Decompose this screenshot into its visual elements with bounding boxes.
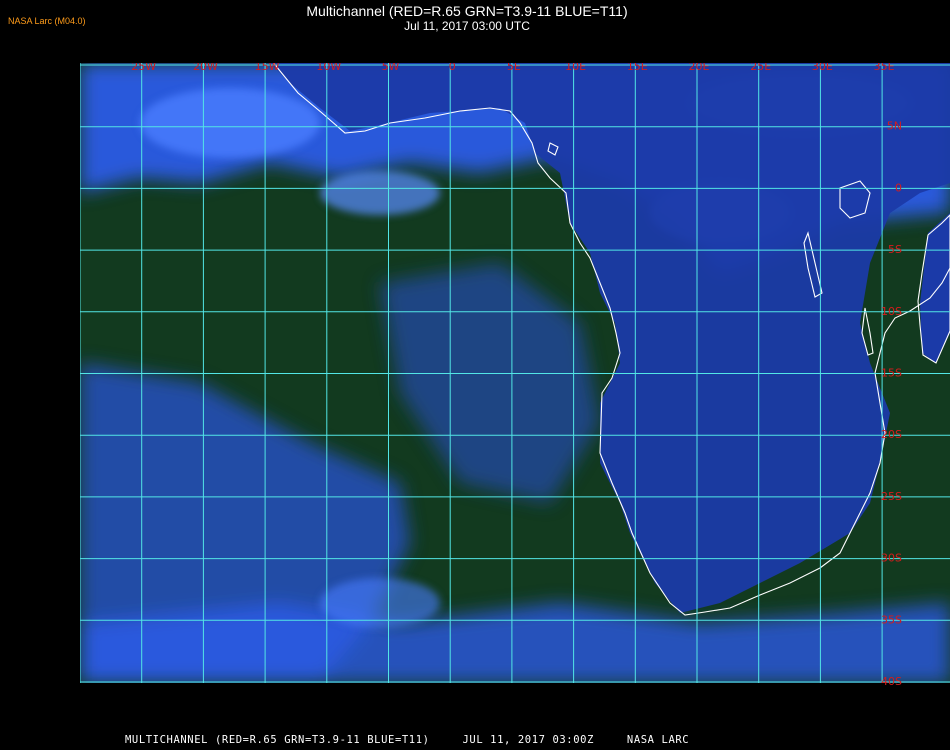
image-title: Multichannel (RED=R.65 GRN=T3.9-11 BLUE=… [306, 3, 628, 19]
latitude-label: 15S [881, 367, 902, 380]
footer-product: MULTICHANNEL (RED=R.65 GRN=T3.9-11 BLUE=… [125, 734, 430, 746]
image-timestamp: Jul 11, 2017 03:00 UTC [404, 19, 530, 33]
footer-credit: NASA LARC [626, 734, 690, 746]
cloud-band-south [80, 603, 950, 683]
header: NASA Larc (M04.0) Multichannel (RED=R.65… [0, 0, 950, 40]
bright-cloud-1 [140, 88, 320, 158]
latitude-label: 40S [881, 675, 902, 688]
latitude-label: 5S [888, 243, 902, 256]
footer-caption: MULTICHANNEL (RED=R.65 GRN=T3.9-11 BLUE=… [125, 734, 945, 746]
latitude-label: 25S [881, 490, 902, 503]
latitude-label: 30S [881, 552, 902, 565]
satellite-image: 25W 20W 15W 10W 5W 0 5E 10E 15E 20E 25E 30E 35E 5N 0 5… [80, 63, 950, 727]
longitude-label: 30E [812, 63, 833, 73]
longitude-label: 20W [193, 63, 218, 73]
satellite-map: 25W 20W 15W 10W 5W 0 5E 10E 15E 20E 25E 30E 35E 5N 0 5… [80, 63, 950, 727]
longitude-label: 15E [627, 63, 648, 73]
latitude-label: 35S [881, 613, 902, 626]
bright-cloud-2 [320, 171, 440, 215]
latitude-label: 5N [887, 120, 902, 133]
bottom-no-data-band [80, 683, 950, 727]
longitude-label: 0 [449, 63, 456, 73]
longitude-label: 35E [874, 63, 895, 73]
latitude-label: 0 [895, 181, 902, 194]
longitude-label: 10E [565, 63, 586, 73]
longitude-label: 5E [507, 63, 521, 73]
latitude-label: 10S [881, 305, 902, 318]
longitude-label: 25E [750, 63, 771, 73]
footer-datetime: JUL 11, 2017 03:00Z [462, 734, 594, 746]
longitude-label: 15W [255, 63, 280, 73]
latitude-label: 20S [881, 428, 902, 441]
longitude-label: 10W [316, 63, 341, 73]
longitude-label: 20E [689, 63, 710, 73]
longitude-label: 5W [382, 63, 400, 73]
longitude-label: 25W [131, 63, 156, 73]
